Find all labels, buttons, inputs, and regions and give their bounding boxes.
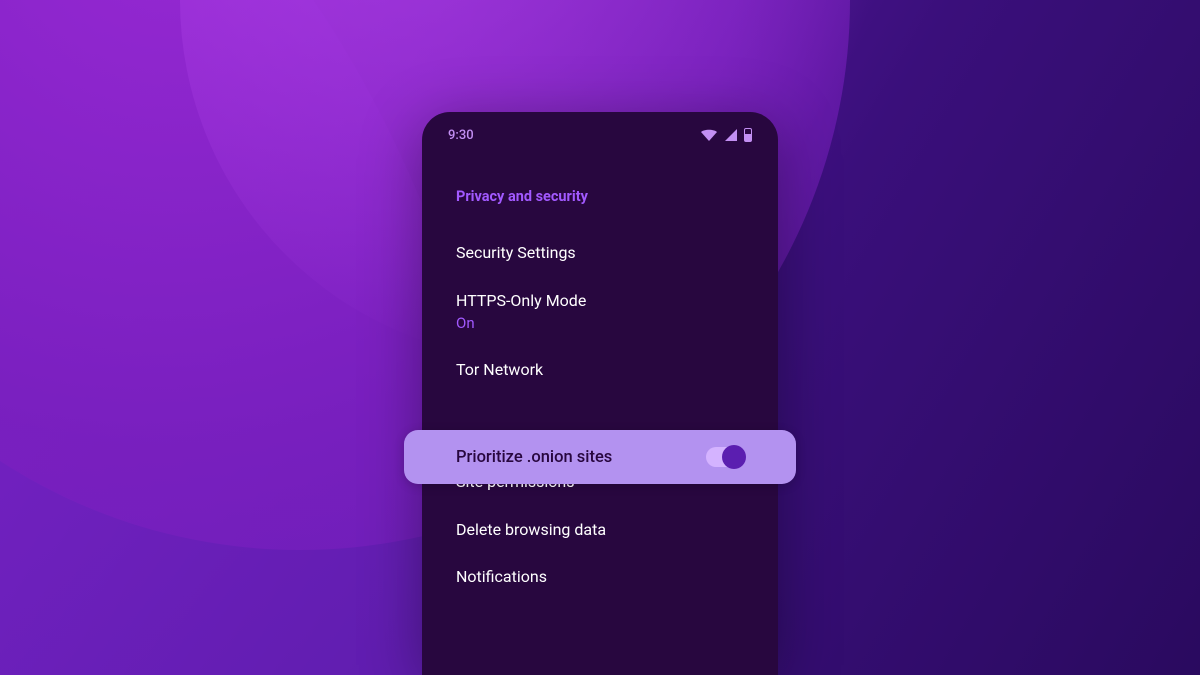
phone-frame: 9:30 Privacy and security Security Setti… [422,112,778,675]
toggle-knob [722,445,746,469]
status-bar: 9:30 [422,112,778,158]
settings-item-tor-network[interactable]: Tor Network [422,346,778,394]
status-time: 9:30 [448,128,474,143]
settings-item-label: Tor Network [456,359,744,381]
settings-item-value: On [456,313,744,333]
settings-item-prioritize-onion[interactable]: Prioritize .onion sites [404,430,796,484]
cellular-icon [724,128,738,142]
settings-item-label: Notifications [456,566,744,588]
settings-item-label: Prioritize .onion sites [456,448,612,467]
wifi-icon [700,128,718,142]
settings-item-delete-browsing-data[interactable]: Delete browsing data [422,506,778,554]
battery-icon [744,128,752,142]
settings-item-https-only[interactable]: HTTPS-Only Mode On [422,277,778,347]
settings-item-notifications[interactable]: Notifications [422,553,778,601]
settings-item-label: Security Settings [456,242,744,264]
settings-item-security-settings[interactable]: Security Settings [422,229,778,277]
settings-content: Privacy and security Security Settings H… [422,158,778,601]
section-header-privacy: Privacy and security [422,188,778,205]
status-icons [700,128,752,142]
toggle-prioritize-onion[interactable] [706,447,744,467]
settings-item-label: HTTPS-Only Mode [456,290,744,312]
settings-item-label: Delete browsing data [456,519,744,541]
